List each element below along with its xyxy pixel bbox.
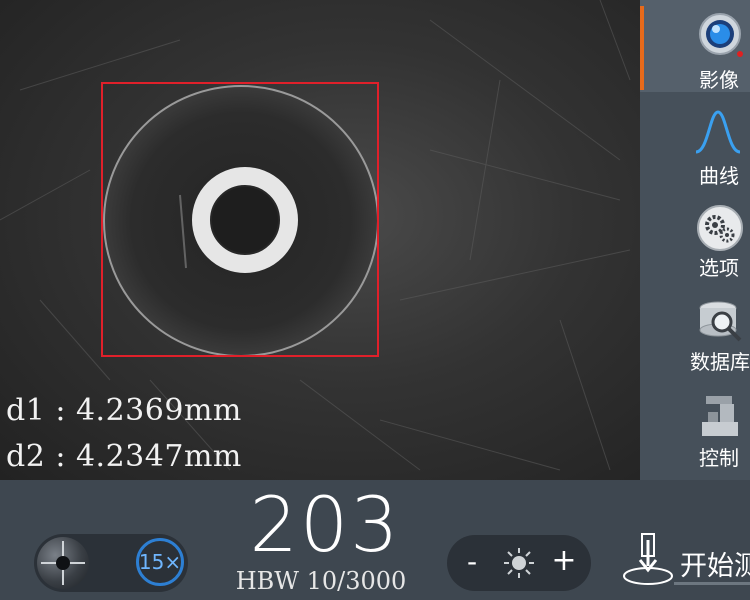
hardness-scale: HBW 10/3000 (235, 567, 407, 595)
start-underline (674, 582, 750, 585)
sidebar-item-label: 控制 (699, 446, 739, 470)
camera-lens-icon (699, 13, 743, 57)
magnification-button[interactable]: 15× (136, 538, 184, 586)
sidebar: 影像 曲线 选项 数据库 控制 (640, 0, 750, 480)
active-indicator (640, 6, 644, 90)
hardness-value: 203 (249, 480, 401, 569)
sidebar-item-curve[interactable]: 曲线 (640, 96, 750, 188)
sidebar-item-options[interactable]: 选项 (640, 188, 750, 280)
sidebar-item-label: 数据库 (690, 350, 750, 374)
curve-icon (695, 110, 741, 154)
brightness-sun-icon (504, 548, 534, 578)
bottom-toolbar: 15× 203 HBW 10/3000 - + 开始测 (0, 480, 750, 600)
sidebar-item-label: 影像 (699, 68, 739, 92)
gears-icon (697, 205, 743, 251)
sidebar-item-label: 曲线 (699, 164, 739, 188)
indenter-knob-icon[interactable] (37, 537, 89, 589)
sidebar-item-label: 选项 (699, 256, 739, 280)
objective-lens-switch[interactable]: 15× (34, 534, 188, 592)
brightness-plus-button[interactable]: + (551, 543, 577, 578)
sidebar-item-control[interactable]: 控制 (640, 378, 750, 470)
diameter-d1-readout: d1 : 4.2369mm (6, 393, 242, 428)
sidebar-item-image[interactable]: 影像 (640, 0, 750, 92)
sidebar-item-database[interactable]: 数据库 (640, 282, 750, 374)
brightness-minus-button[interactable]: - (461, 545, 483, 578)
start-measure-label: 开始测 (680, 551, 750, 582)
diameter-d2-readout: d2 : 4.2347mm (6, 439, 242, 474)
start-measure-button[interactable]: 开始测 (618, 528, 750, 600)
camera-viewport[interactable]: d1 : 4.2369mm d2 : 4.2347mm (0, 0, 640, 480)
brightness-control: - + (447, 535, 591, 591)
indent-press-icon (623, 533, 673, 585)
database-search-icon (699, 301, 742, 342)
machine-icon (702, 396, 738, 436)
